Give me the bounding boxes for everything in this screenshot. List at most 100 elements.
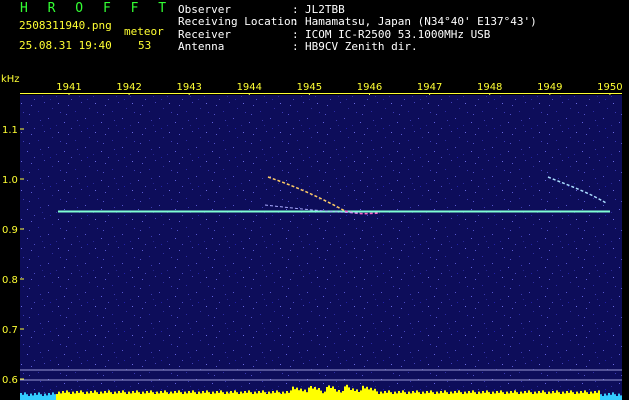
signal-level-bar [200,393,202,400]
signal-level-bar [174,391,176,400]
x-tick-label: 1949 [537,82,562,93]
signal-level-bar [120,392,122,400]
signal-level-bar [518,394,520,400]
signal-level-bar [82,392,84,400]
signal-level-bar [138,392,140,400]
signal-level-bar [416,390,418,400]
signal-level-bar [526,392,528,400]
signal-level-bar [98,394,100,400]
signal-level-bar [262,390,264,400]
signal-level-bar [468,391,470,400]
x-tick-label: 1941 [56,82,81,93]
signal-level-bar [54,394,56,400]
signal-level-bar [410,393,412,400]
signal-level-bar [42,396,44,400]
signal-level-bar [310,386,312,400]
spectrogram-background [20,95,622,400]
signal-level-bar [528,390,530,400]
signal-level-bar [90,391,92,400]
signal-level-bar [176,392,178,400]
signal-level-bar [614,394,616,400]
signal-level-bar [456,392,458,400]
signal-level-bar [444,390,446,400]
signal-level-bar [370,387,372,400]
signal-level-bar [342,391,344,400]
signal-level-bar [326,387,328,400]
signal-level-bar [516,392,518,400]
signal-level-bar [484,392,486,400]
signal-level-bar [542,390,544,400]
x-tick-label: 1950 [597,82,622,93]
signal-level-bar [108,390,110,400]
signal-level-bar [620,395,622,400]
signal-level-bar [358,392,360,400]
signal-level-bar [60,393,62,400]
signal-level-bar [616,396,618,400]
signal-level-bar [590,391,592,400]
signal-level-bar [36,394,38,400]
signal-level-bar [210,394,212,400]
signal-level-bar [346,384,348,400]
signal-level-bar [166,392,168,400]
signal-level-bar [116,393,118,400]
signal-level-bar [214,393,216,400]
signal-level-bar [360,390,362,400]
signal-level-bar [348,387,350,400]
signal-level-bar [492,391,494,400]
signal-level-bar [586,392,588,400]
x-tick-label: 1946 [357,82,382,93]
signal-level-bar [524,391,526,400]
signal-level-bar [154,394,156,400]
signal-level-bar [502,392,504,400]
signal-level-bar [544,392,546,400]
signal-level-bar [588,394,590,400]
signal-level-bar [276,390,278,400]
signal-level-bar [260,392,262,400]
signal-level-bar [336,391,338,400]
signal-level-bar [382,393,384,400]
signal-level-bar [532,394,534,400]
signal-level-bar [268,391,270,400]
signal-level-bar [344,386,346,400]
x-tick-label: 1942 [116,82,141,93]
signal-level-bar [92,392,94,400]
signal-level-bar [308,387,310,400]
signal-level-bar [256,393,258,400]
signal-level-bar [160,391,162,400]
signal-level-bar [216,391,218,400]
signal-level-bar [480,393,482,400]
signal-level-bar [112,394,114,400]
y-tick-label: 0.6 [2,375,18,386]
signal-level-bar [332,386,334,400]
time-axis: 1941 1942 1943 1944 1945 1946 1947 1948 1949 1950 [20,82,623,97]
signal-level-bar [508,393,510,400]
signal-level-bar [230,391,232,400]
signal-level-bar [280,394,282,400]
time-axis-line [20,93,622,94]
signal-level-bar [572,392,574,400]
signal-level-bar [474,392,476,400]
signal-level-bar [364,388,366,400]
signal-level-bar [118,391,120,400]
signal-level-bar [78,392,80,400]
signal-level-bar [574,394,576,400]
signal-level-bar [322,393,324,400]
signal-level-bar [388,390,390,400]
signal-level-bar [510,391,512,400]
signal-level-bar [420,394,422,400]
signal-level-bar [128,391,130,400]
x-tick-label: 1945 [297,82,322,93]
signal-level-bar [32,395,34,400]
signal-level-bar [106,392,108,400]
signal-level-bar [422,391,424,400]
signal-level-bar [126,394,128,400]
signal-level-bar [400,392,402,400]
signal-level-bar [548,391,550,400]
signal-level-bar [570,390,572,400]
signal-level-bar [204,392,206,400]
signal-level-bar [220,390,222,400]
signal-level-bar [562,391,564,400]
signal-level-bar [236,392,238,400]
signal-level-bar [146,391,148,400]
signal-level-bar [170,391,172,400]
